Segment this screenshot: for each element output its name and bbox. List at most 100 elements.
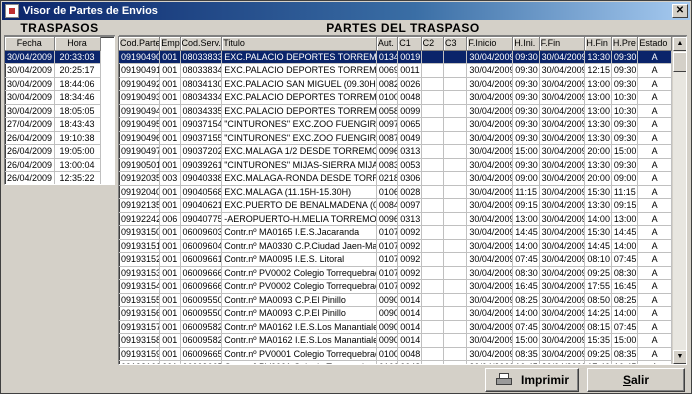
parte-row[interactable]: 09190493 001 08034334 EXC.PALACIO DEPORTES … (119, 90, 672, 105)
traspaso-row[interactable]: 27/04/2009 18:43:43 (5, 117, 101, 132)
traspaso-column-header[interactable]: Fecha (5, 37, 55, 51)
traspaso-row[interactable]: 26/04/2009 13:00:04 (5, 158, 101, 172)
parte-row[interactable]: 09193156 001 06009550 Contr.nº MA0093 C.P.E… (119, 306, 672, 321)
parte-cell (421, 333, 445, 348)
parte-cell: 20:00 (584, 171, 612, 186)
traspaso-row[interactable]: 26/04/2009 12:35:22 (5, 171, 101, 184)
traspaso-row[interactable]: 30/04/2009 18:44:06 (5, 77, 101, 91)
parte-cell (443, 252, 468, 267)
parte-cell: 30/04/2009 (539, 360, 586, 364)
scroll-down-button[interactable]: ▼ (673, 350, 686, 364)
vertical-scrollbar[interactable]: ▲ ▼ (672, 37, 686, 364)
parte-column-header[interactable]: H.Ini. (512, 37, 540, 51)
traspaso-row[interactable]: 26/04/2009 19:10:38 (5, 131, 101, 145)
parte-cell: 15:30 (584, 185, 612, 199)
parte-column-header[interactable]: Titulo (221, 37, 377, 51)
parte-cell: 09190495 (119, 117, 161, 132)
traspaso-cell: 26/04/2009 (5, 158, 55, 172)
parte-cell: 14:45 (611, 225, 639, 240)
parte-cell: 0097 (397, 198, 422, 213)
traspaso-row[interactable]: 26/04/2009 19:05:00 (5, 144, 101, 159)
parte-cell: 0090 (376, 320, 399, 334)
parte-cell: 09193157 (119, 320, 161, 334)
traspaso-row[interactable]: 30/04/2009 18:05:05 (5, 104, 101, 118)
parte-cell: Contr.nº MA0162 I.E.S.Los Manantiales (221, 320, 377, 334)
parte-column-header[interactable]: H.Fin (584, 37, 612, 51)
parte-cell: 0090 (376, 333, 399, 348)
parte-cell: A (637, 333, 672, 348)
parte-row[interactable]: 09190491 001 08033834 EXC.PALACIO DEPORTES … (119, 63, 672, 78)
traspaso-row[interactable]: 30/04/2009 20:25:17 (5, 63, 101, 78)
parte-row[interactable]: 09193153 001 06009666 Contr.nº PV0002 Coleg… (119, 266, 672, 280)
parte-column-header[interactable]: F.Inicio (466, 37, 514, 51)
parte-cell (443, 144, 468, 159)
parte-cell: 0096 (376, 144, 399, 159)
parte-row[interactable]: 09193151 001 06009604 Contr.nº MA0330 C.P.C… (119, 239, 672, 253)
parte-cell: 09190494 (119, 104, 161, 118)
traspaso-cell: 20:33:03 (54, 50, 101, 64)
parte-cell: 001 (159, 239, 181, 253)
traspasos-grid[interactable]: Fecha Hora 30/04/2009 20:33:03 30/04/2009 20… (4, 36, 115, 185)
parte-column-header[interactable]: Cod.Serv. (180, 37, 223, 51)
parte-column-header[interactable]: Cod.Parte (119, 37, 161, 51)
parte-cell (443, 333, 468, 348)
parte-row[interactable]: 09190501 001 09039261 "CINTURONES" MIJAS-SI… (119, 158, 672, 172)
parte-row[interactable]: 09193158 001 06009582 Contr.nº MA0162 I.E.S… (119, 333, 672, 348)
parte-cell: A (637, 198, 672, 213)
parte-row[interactable]: 09190490 001 08033833 EXC.PALACIO DEPORTES … (119, 50, 672, 64)
parte-column-header[interactable]: C3 (443, 37, 468, 51)
parte-cell: 09037154 (180, 117, 223, 132)
parte-row[interactable]: 09190494 001 08034335 EXC.PALACIO DEPORTES … (119, 104, 672, 118)
parte-cell: EXC.MALAGA (11.15H-15.30H) (221, 185, 377, 199)
parte-row[interactable]: 09192035 003 09040338 EXC.MALAGA-RONDA DESD… (119, 171, 672, 186)
parte-row[interactable]: 09190496 001 09037155 "CINTURONES" EXC.ZOO … (119, 131, 672, 145)
parte-cell (443, 90, 468, 105)
parte-cell: A (637, 320, 672, 334)
parte-column-header[interactable]: H.Pre (611, 37, 639, 51)
parte-cell: 09190496 (119, 131, 161, 145)
parte-cell: 07:45 (512, 252, 540, 267)
close-button[interactable]: ✕ (672, 4, 688, 18)
parte-cell (443, 266, 468, 280)
parte-column-header[interactable]: C1 (397, 37, 422, 51)
traspaso-column-header[interactable]: Hora (54, 37, 101, 51)
scroll-thumb[interactable] (673, 52, 686, 72)
parte-cell: 13:00 (584, 77, 612, 91)
print-button[interactable]: Imprimir (485, 368, 579, 392)
parte-row[interactable]: 09192040 001 09040568 EXC.MALAGA (11.15H-15… (119, 185, 672, 199)
parte-column-header[interactable]: Estado (637, 37, 672, 51)
parte-row[interactable]: 09193155 001 06009550 Contr.nº MA0093 C.P.E… (119, 293, 672, 307)
parte-column-header[interactable]: F.Fin (539, 37, 586, 51)
parte-cell: 30/04/2009 (539, 158, 586, 172)
parte-cell: 001 (159, 279, 181, 294)
parte-cell: A (637, 185, 672, 199)
parte-row[interactable]: 09190497 001 09037202 EXC.MALAGA 1/2 DESDE … (119, 144, 672, 159)
parte-cell: 0014 (397, 320, 422, 334)
scroll-up-button[interactable]: ▲ (673, 37, 686, 51)
parte-cell: 09:30 (512, 104, 540, 118)
parte-column-header[interactable]: Aut. (376, 37, 399, 51)
parte-row[interactable]: 09193159 001 06009665 Contr.nº PV0001 Coleg… (119, 347, 672, 361)
traspaso-row[interactable]: 30/04/2009 20:33:03 (5, 50, 101, 64)
parte-row[interactable]: 09192135 001 09040621 EXC.PUERTO DE BENALMA… (119, 198, 672, 213)
parte-cell (421, 158, 445, 172)
parte-row[interactable]: 09192242 006 09040775 -AEROPUERTO-H.MELIA T… (119, 212, 672, 226)
exit-button[interactable]: Salir (587, 368, 685, 392)
partes-grid[interactable]: Cod.ParteEmp.Cod.Serv.TituloAut.C1C2C3F.… (118, 36, 687, 365)
parte-row[interactable]: 09193154 001 06009666 Contr.nº PV0002 Coleg… (119, 279, 672, 294)
parte-cell: 07:45 (611, 320, 639, 334)
parte-row[interactable]: 09190495 001 09037154 "CINTURONES" EXC.ZOO … (119, 117, 672, 132)
parte-row[interactable]: 09190492 001 08034130 EXC.PALACIO SAN MIGUE… (119, 77, 672, 91)
parte-cell: 09192040 (119, 185, 161, 199)
parte-column-header[interactable]: Emp. (159, 37, 181, 51)
parte-cell: 30/04/2009 (539, 266, 586, 280)
parte-cell: 09:30 (611, 77, 639, 91)
traspaso-row[interactable]: 30/04/2009 18:34:46 (5, 90, 101, 105)
parte-column-header[interactable]: C2 (421, 37, 445, 51)
parte-row[interactable]: 09193152 001 06009661 Contr.nº MA0095 I.E.S… (119, 252, 672, 267)
parte-row[interactable]: 09193150 001 06009603 Contr.nº MA0165 I.E.S… (119, 225, 672, 240)
traspaso-cell: 20:25:17 (54, 63, 101, 78)
parte-row[interactable]: 09193157 001 06009582 Contr.nº MA0162 I.E.S… (119, 320, 672, 334)
parte-cell: 001 (159, 144, 181, 159)
parte-row[interactable]: 0919316000106009665Contr.nº PV0001 Coleg… (119, 360, 672, 364)
